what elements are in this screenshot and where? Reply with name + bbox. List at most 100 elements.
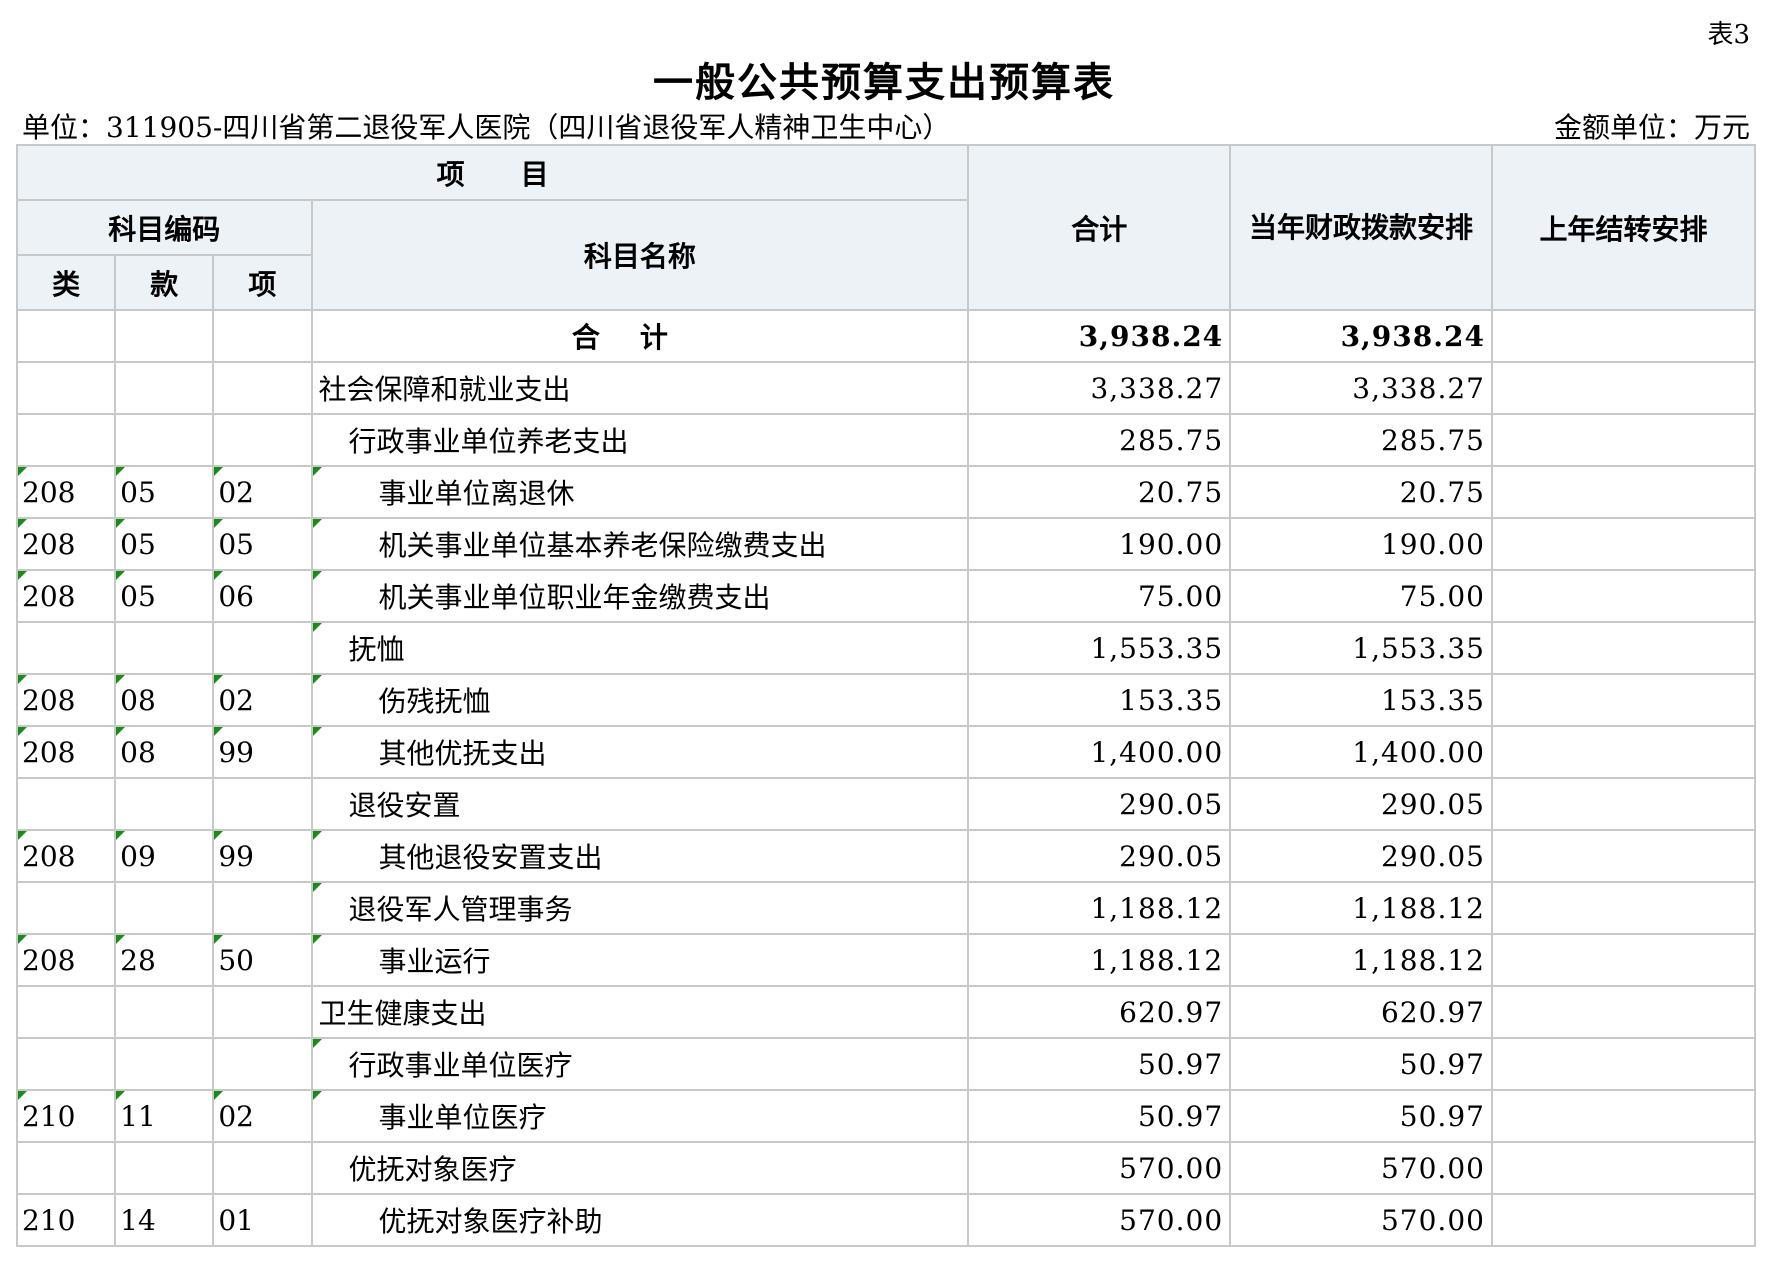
table-row: 行政事业单位医疗 50.97 50.97 <box>15 1037 1757 1091</box>
total-label: 合计 <box>310 309 970 363</box>
kuan-cell <box>114 1141 215 1195</box>
cell-marker-icon <box>19 728 27 736</box>
xiang-cell <box>212 1037 313 1091</box>
current-year-cell: 20.75 <box>1229 465 1493 519</box>
cell-text: 210 <box>22 1099 76 1133</box>
current-year-cell: 1,188.12 <box>1229 881 1493 935</box>
cell-text: 事业运行 <box>378 945 491 978</box>
total-cell: 290.05 <box>967 777 1232 831</box>
table-number: 表3 <box>1707 20 1750 50</box>
kuan-cell: 28 <box>114 933 215 987</box>
prior-year-cell <box>1490 673 1757 727</box>
table-row: 抚恤 1,553.35 1,553.35 <box>15 621 1757 675</box>
header-subject-code: 科目编码 <box>16 199 313 256</box>
prior-year-cell <box>1490 985 1757 1039</box>
prior-year-cell <box>1490 725 1757 779</box>
cell-marker-icon <box>19 1092 27 1100</box>
table-row: 行政事业单位养老支出 285.75 285.75 <box>15 413 1757 467</box>
current-year-cell: 50.97 <box>1229 1037 1493 1091</box>
total-cell: 153.35 <box>967 673 1232 727</box>
cell-marker-icon <box>313 832 322 840</box>
unit-label: 单位：311905-四川省第二退役军人医院（四川省退役军人精神卫生中心） <box>22 111 951 144</box>
current-year-cell: 50.97 <box>1229 1089 1493 1143</box>
table-row: 210 14 01 优抚对象医疗补助 570.00 570.00 <box>15 1193 1757 1247</box>
kuan-cell: 05 <box>114 465 215 519</box>
subject-name-cell: 卫生健康支出 <box>310 985 970 1039</box>
cell-marker-icon <box>215 936 224 944</box>
table-row: 优抚对象医疗 570.00 570.00 <box>15 1141 1757 1195</box>
cell-marker-icon <box>215 832 224 840</box>
cell-marker-icon <box>117 728 126 736</box>
cell-marker-icon <box>19 832 27 840</box>
lei-cell <box>15 985 117 1039</box>
xiang-cell: 02 <box>212 673 313 727</box>
budget-table: 项 目 合计 当年财政拨款安排 上年结转安排 科目编码 科目名称 类 款 项 合… <box>15 144 1757 1247</box>
total-cell: 3,338.27 <box>967 361 1232 415</box>
xiang-cell: 99 <box>212 829 313 883</box>
table-row: 210 11 02 事业单位医疗 50.97 50.97 <box>15 1089 1757 1143</box>
cell-text: 208 <box>22 579 76 613</box>
lei-cell: 208 <box>15 569 117 623</box>
cell-text: 208 <box>22 943 76 977</box>
cell-text: 02 <box>218 683 254 717</box>
cell-marker-icon <box>117 572 126 580</box>
total-kuan-cell <box>114 309 215 363</box>
xiang-cell: 02 <box>212 1089 313 1143</box>
header-kuan: 款 <box>114 254 215 311</box>
xiang-cell: 05 <box>212 517 313 571</box>
header-current-year: 当年财政拨款安排 <box>1229 144 1493 311</box>
cell-marker-icon <box>313 728 322 736</box>
table-row: 208 05 06 机关事业单位职业年金缴费支出 75.00 75.00 <box>15 569 1757 623</box>
lei-cell: 208 <box>15 673 117 727</box>
total-cell: 1,188.12 <box>967 933 1232 987</box>
total-cell: 50.97 <box>967 1089 1232 1143</box>
subject-name-cell: 其他退役安置支出 <box>310 829 970 883</box>
subject-name-cell: 退役安置 <box>310 777 970 831</box>
cell-text: 99 <box>218 839 254 873</box>
current-year-cell: 1,188.12 <box>1229 933 1493 987</box>
cell-text: 208 <box>22 735 76 769</box>
prior-year-cell <box>1490 1037 1757 1091</box>
xiang-cell <box>212 777 313 831</box>
cell-text: 机关事业单位基本养老保险缴费支出 <box>378 529 827 562</box>
cell-text: 05 <box>120 475 156 509</box>
cell-text: 05 <box>120 527 156 561</box>
total-cell: 75.00 <box>967 569 1232 623</box>
kuan-cell <box>114 985 215 1039</box>
cell-text: 99 <box>218 735 254 769</box>
cell-text: 行政事业单位医疗 <box>348 1049 573 1082</box>
lei-cell <box>15 881 117 935</box>
prior-year-cell <box>1490 465 1757 519</box>
cell-text: 06 <box>218 579 254 613</box>
cell-marker-icon <box>19 520 27 528</box>
cell-marker-icon <box>117 1092 126 1100</box>
total-amount: 3,938.24 <box>967 309 1232 363</box>
current-year-cell: 190.00 <box>1229 517 1493 571</box>
subject-name-cell: 事业运行 <box>310 933 970 987</box>
total-cell: 1,553.35 <box>967 621 1232 675</box>
kuan-cell: 08 <box>114 725 215 779</box>
current-year-cell: 290.05 <box>1229 777 1493 831</box>
total-cell: 190.00 <box>967 517 1232 571</box>
total-row: 合计 3,938.24 3,938.24 <box>15 309 1757 363</box>
prior-year-cell <box>1490 1141 1757 1195</box>
kuan-cell: 09 <box>114 829 215 883</box>
cell-marker-icon <box>215 676 224 684</box>
cell-marker-icon <box>117 832 126 840</box>
total-cell: 570.00 <box>967 1193 1232 1247</box>
cell-marker-icon <box>215 468 224 476</box>
header-total: 合计 <box>967 144 1232 311</box>
subject-name-cell: 退役军人管理事务 <box>310 881 970 935</box>
prior-year-cell <box>1490 517 1757 571</box>
cell-text: 08 <box>120 683 156 717</box>
cell-marker-icon <box>117 468 126 476</box>
cell-marker-icon <box>313 884 322 892</box>
table-row: 208 09 99 其他退役安置支出 290.05 290.05 <box>15 829 1757 883</box>
total-prior-year <box>1490 309 1757 363</box>
lei-cell: 208 <box>15 517 117 571</box>
total-cell: 570.00 <box>967 1141 1232 1195</box>
lei-cell <box>15 413 117 467</box>
cell-marker-icon <box>313 624 322 632</box>
cell-text: 05 <box>120 579 156 613</box>
total-cell: 285.75 <box>967 413 1232 467</box>
